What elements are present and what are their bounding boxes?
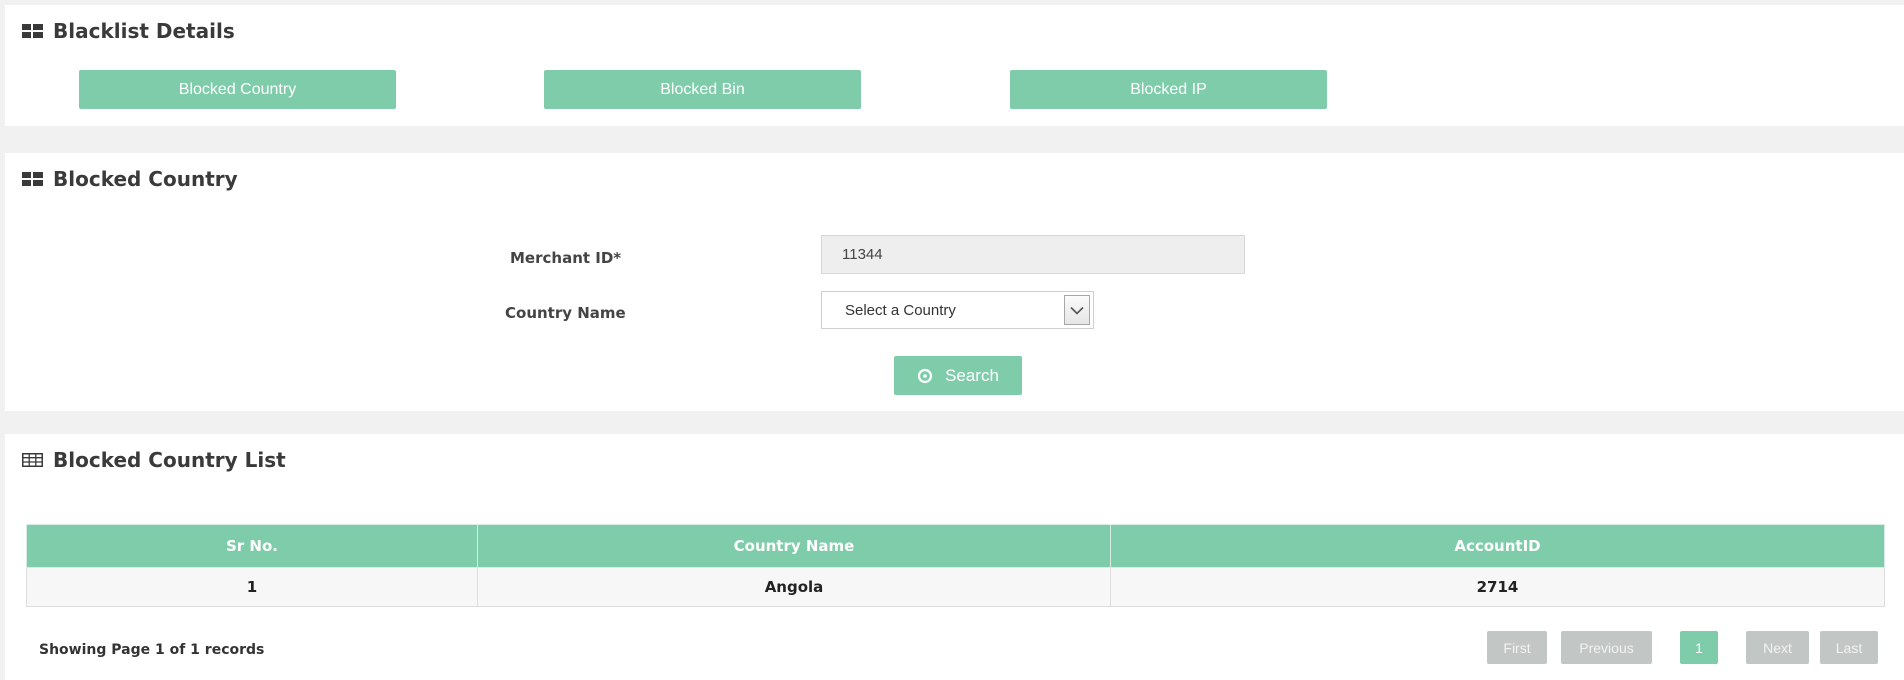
merchant-id-field[interactable]: 11344 bbox=[821, 235, 1245, 274]
blocked-bin-tab[interactable]: Blocked Bin bbox=[544, 70, 861, 109]
panel-title: Blacklist Details bbox=[53, 19, 235, 43]
blacklist-details-panel: Blacklist Details Blocked Country Blocke… bbox=[5, 5, 1904, 126]
country-name-label: Country Name bbox=[505, 304, 626, 322]
tab-label: Blocked Bin bbox=[660, 80, 745, 98]
blocked-country-form-panel: Blocked Country Merchant ID* 11344 Count… bbox=[5, 153, 1904, 411]
grid-icon bbox=[22, 172, 43, 186]
tab-label: Blocked IP bbox=[1130, 80, 1207, 98]
blocked-country-list-heading: Blocked Country List bbox=[22, 448, 286, 472]
panel-title: Blocked Country List bbox=[53, 448, 286, 472]
blocked-country-heading: Blocked Country bbox=[22, 167, 238, 191]
chevron-down-icon[interactable] bbox=[1064, 295, 1090, 325]
pagination-next-button[interactable]: Next bbox=[1746, 631, 1809, 664]
merchant-id-value: 11344 bbox=[842, 246, 883, 263]
search-icon bbox=[917, 368, 933, 383]
merchant-id-label: Merchant ID* bbox=[510, 249, 622, 267]
pagination-previous-button[interactable]: Previous bbox=[1561, 631, 1652, 664]
cell-country-name: Angola bbox=[477, 567, 1111, 607]
blocked-ip-tab[interactable]: Blocked IP bbox=[1010, 70, 1327, 109]
blacklist-details-heading: Blacklist Details bbox=[22, 19, 235, 43]
table-row: 1 Angola 2714 bbox=[26, 567, 1885, 607]
tab-label: Blocked Country bbox=[178, 80, 297, 98]
blocked-country-tab[interactable]: Blocked Country bbox=[79, 70, 396, 109]
pagination-page-1-button[interactable]: 1 bbox=[1680, 631, 1718, 664]
table-header-row: Sr No. Country Name AccountID bbox=[26, 524, 1885, 568]
pagination-last-button[interactable]: Last bbox=[1820, 631, 1878, 664]
search-button[interactable]: Search bbox=[894, 356, 1022, 395]
table-icon bbox=[22, 453, 43, 467]
country-select[interactable]: Select a Country bbox=[821, 291, 1094, 329]
column-header-country-name[interactable]: Country Name bbox=[477, 524, 1111, 568]
grid-icon bbox=[22, 24, 43, 38]
search-button-label: Search bbox=[945, 365, 999, 385]
column-header-sr-no[interactable]: Sr No. bbox=[26, 524, 478, 568]
cell-sr-no: 1 bbox=[26, 567, 478, 607]
records-summary: Showing Page 1 of 1 records bbox=[39, 642, 265, 658]
blocked-country-list-panel: Blocked Country List Sr No. Country Name… bbox=[5, 434, 1904, 680]
panel-title: Blocked Country bbox=[53, 167, 238, 191]
pagination-first-button[interactable]: First bbox=[1487, 631, 1547, 664]
column-header-account-id[interactable]: AccountID bbox=[1110, 524, 1885, 568]
cell-account-id: 2714 bbox=[1110, 567, 1885, 607]
blocked-country-table: Sr No. Country Name AccountID 1 Angola 2… bbox=[26, 524, 1885, 607]
country-select-value: Select a Country bbox=[845, 301, 956, 319]
